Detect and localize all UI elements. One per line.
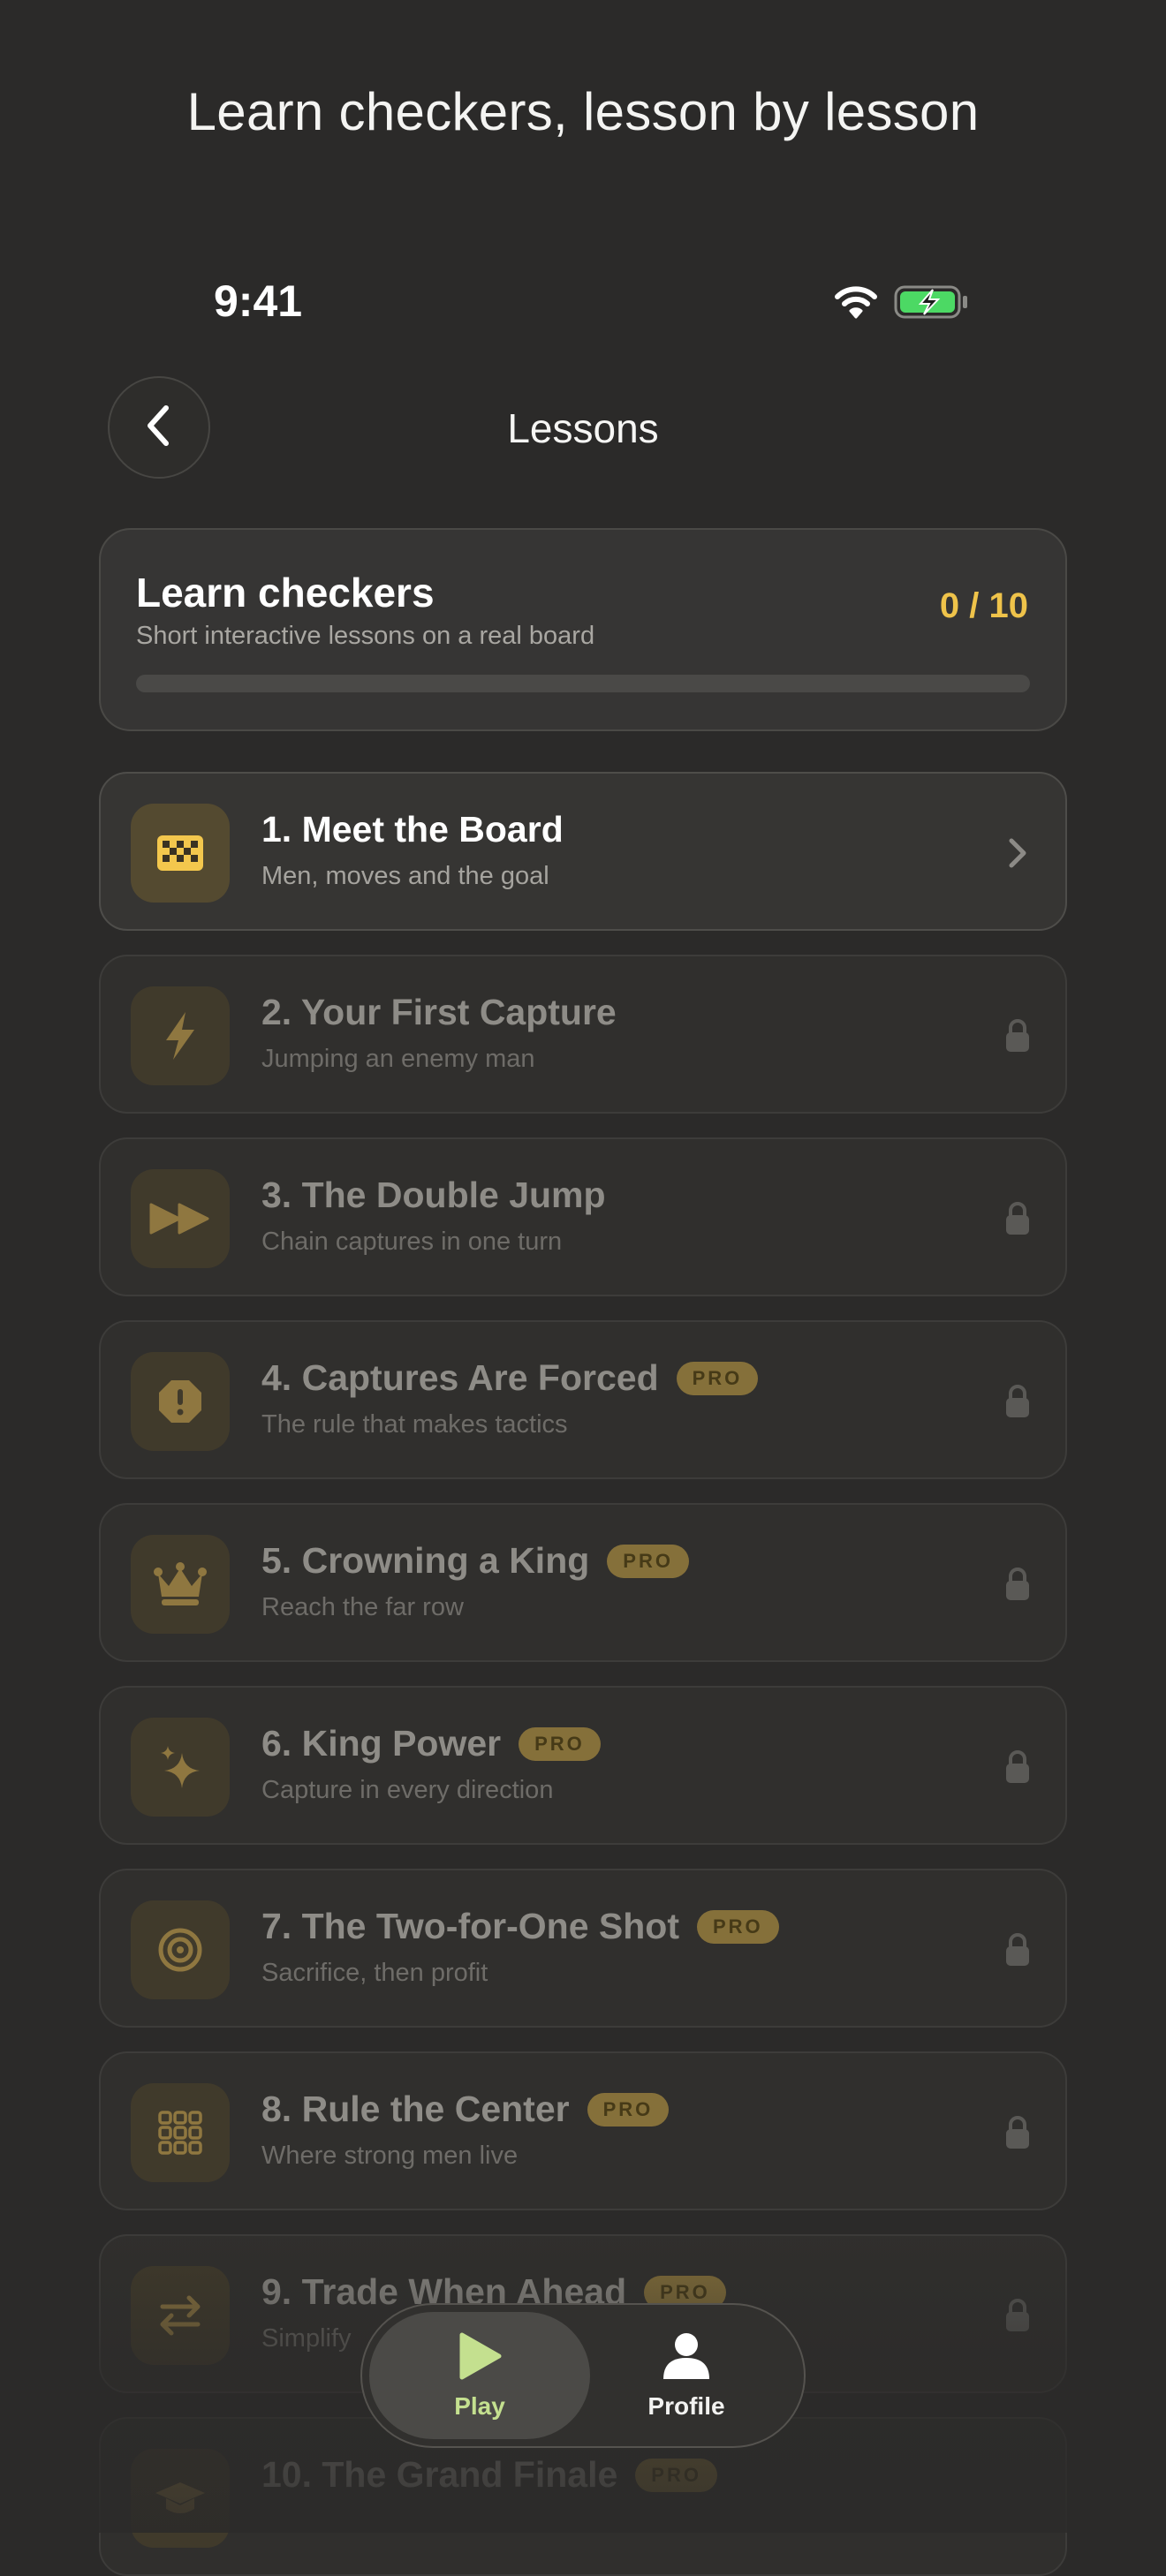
progress-subtitle: Short interactive lessons on a real boar… bbox=[136, 622, 595, 650]
play-icon bbox=[457, 2331, 503, 2385]
lesson-title: 7. The Two-for-One Shot bbox=[261, 1906, 679, 1946]
page-title: Lessons bbox=[507, 405, 659, 451]
lightning-icon bbox=[131, 986, 230, 1085]
lesson-subtitle: The rule that makes tactics bbox=[261, 1410, 568, 1439]
lesson-row-2[interactable]: 2. Your First Capture Jumping an enemy m… bbox=[99, 955, 1067, 1114]
pro-badge: PRO bbox=[676, 1361, 759, 1395]
tab-profile-label: Profile bbox=[647, 2391, 725, 2420]
status-icons bbox=[834, 284, 970, 324]
lock-icon bbox=[996, 1015, 1039, 1057]
lock-icon bbox=[996, 1197, 1039, 1240]
lesson-subtitle: Chain captures in one turn bbox=[261, 1228, 563, 1256]
progress-card: Learn checkers Short interactive lessons… bbox=[99, 528, 1067, 731]
lesson-subtitle: Reach the far row bbox=[261, 1593, 464, 1621]
lesson-title: 3. The Double Jump bbox=[261, 1175, 606, 1215]
lock-icon bbox=[996, 1380, 1039, 1423]
pro-badge: PRO bbox=[635, 2458, 717, 2492]
lesson-title: 4. Captures Are Forced bbox=[261, 1357, 659, 1398]
lock-icon bbox=[996, 1563, 1039, 1605]
tab-bar: Play Profile bbox=[360, 2303, 806, 2448]
lock-icon bbox=[996, 2294, 1039, 2337]
chevron-right-icon bbox=[996, 832, 1039, 874]
lesson-subtitle: Capture in every direction bbox=[261, 1776, 554, 1804]
person-icon bbox=[662, 2331, 711, 2385]
lesson-row-6[interactable]: 6. King Power PRO Capture in every direct… bbox=[99, 1686, 1067, 1845]
swap-arrows-icon bbox=[131, 2266, 230, 2365]
progress-count: 0 / 10 bbox=[939, 586, 1028, 625]
lesson-subtitle: Where strong men live bbox=[261, 2142, 519, 2170]
lesson-row-1[interactable]: 1. Meet the Board Men, moves and the goa… bbox=[99, 772, 1067, 931]
lesson-title: 8. Rule the Center bbox=[261, 2089, 570, 2129]
tab-play-label: Play bbox=[454, 2391, 505, 2420]
status-time: 9:41 bbox=[214, 276, 303, 326]
lock-icon bbox=[996, 2111, 1039, 2154]
lesson-row-5[interactable]: 5. Crowning a King PRO Reach the far row bbox=[99, 1503, 1067, 1662]
lesson-subtitle: Sacrifice, then profit bbox=[261, 1959, 488, 1987]
lesson-title: 1. Meet the Board bbox=[261, 809, 564, 850]
lesson-row-7[interactable]: 7. The Two-for-One Shot PRO Sacrifice, th… bbox=[99, 1869, 1067, 2028]
pro-badge: PRO bbox=[519, 1726, 601, 1761]
tab-play[interactable]: Play bbox=[369, 2312, 590, 2439]
lesson-subtitle: Men, moves and the goal bbox=[261, 862, 549, 890]
graduation-cap-icon bbox=[131, 2449, 230, 2548]
lesson-title: 10. The Grand Finale bbox=[261, 2454, 618, 2495]
alert-octagon-icon bbox=[131, 1352, 230, 1451]
pro-badge: PRO bbox=[607, 1544, 689, 1578]
lesson-subtitle: Simplify bbox=[261, 2324, 352, 2353]
lesson-row-8[interactable]: 8. Rule the Center PRO Where strong men l… bbox=[99, 2051, 1067, 2210]
wifi-icon bbox=[834, 285, 878, 323]
lesson-row-4[interactable]: 4. Captures Are Forced PRO The rule that … bbox=[99, 1320, 1067, 1479]
checkerboard-icon bbox=[131, 804, 230, 903]
lesson-title: 5. Crowning a King bbox=[261, 1540, 590, 1581]
pro-badge: PRO bbox=[587, 2092, 670, 2127]
grid-icon bbox=[131, 2083, 230, 2182]
lock-icon bbox=[996, 1746, 1039, 1788]
lesson-row-3[interactable]: 3. The Double Jump Chain captures in one… bbox=[99, 1137, 1067, 1296]
crown-icon bbox=[131, 1535, 230, 1634]
headline: Learn checkers, lesson by lesson bbox=[186, 82, 980, 141]
sparkles-icon bbox=[131, 1718, 230, 1817]
target-icon bbox=[131, 1900, 230, 1999]
lock-icon bbox=[996, 1929, 1039, 1971]
lesson-title: 6. King Power bbox=[261, 1723, 502, 1764]
tab-profile[interactable]: Profile bbox=[576, 2312, 797, 2439]
lesson-title: 2. Your First Capture bbox=[261, 992, 617, 1032]
battery-charging-icon bbox=[894, 284, 970, 324]
progress-title: Learn checkers bbox=[136, 570, 435, 616]
pro-badge: PRO bbox=[696, 1909, 779, 1944]
fast-forward-icon bbox=[131, 1169, 230, 1268]
progress-bar bbox=[136, 675, 1030, 692]
lesson-subtitle: Jumping an enemy man bbox=[261, 1045, 535, 1073]
